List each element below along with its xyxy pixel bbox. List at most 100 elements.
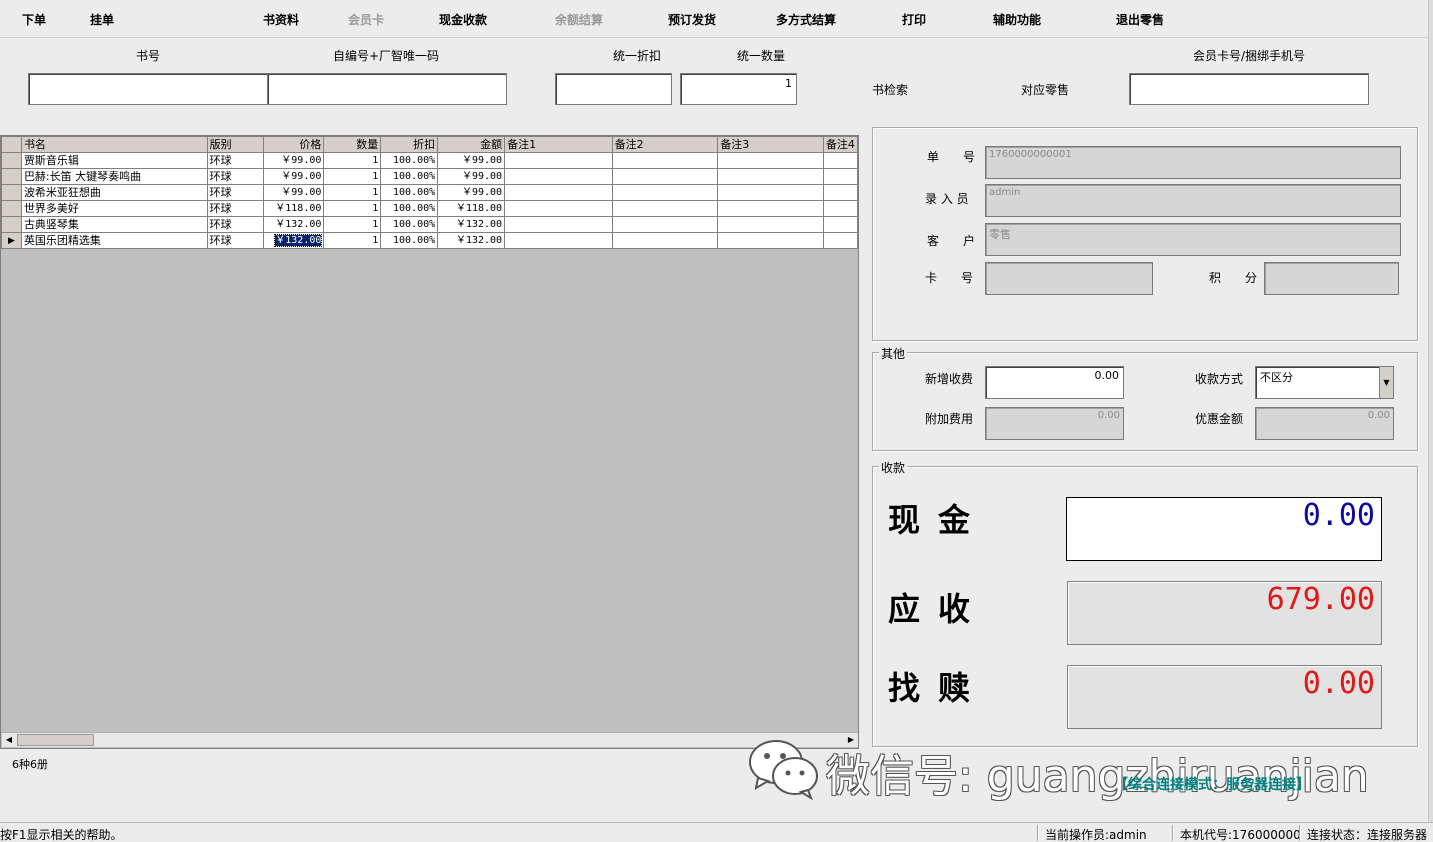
horizontal-scrollbar[interactable]: ◀ ▶ — [2, 732, 858, 747]
table-row[interactable]: 世界多美好 环球 ￥118.00 1 100.00% ￥118.00 — [1, 200, 859, 217]
col-discount[interactable]: 折扣 — [380, 136, 439, 153]
table-cell[interactable] — [504, 168, 613, 185]
table-cell[interactable]: 英国乐团精选集 — [20, 232, 208, 249]
table-row[interactable]: 巴赫:长笛 大键琴奏鸣曲 环球 ￥99.00 1 100.00% ￥99.00 — [1, 168, 859, 185]
table-cell[interactable]: 环球 — [206, 232, 265, 249]
table-cell[interactable] — [822, 152, 859, 169]
menu-multi-settle[interactable]: 多方式结算 — [776, 11, 836, 28]
table-cell[interactable]: 100.00% — [380, 184, 439, 201]
table-cell[interactable] — [717, 200, 824, 217]
table-cell[interactable]: ￥99.00 — [263, 152, 325, 169]
retail-match-button[interactable]: 对应零售 — [1021, 81, 1069, 98]
table-cell[interactable]: ￥99.00 — [263, 184, 325, 201]
table-cell[interactable]: ￥118.00 — [263, 200, 325, 217]
dropdown-arrow-icon[interactable]: ▼ — [1379, 367, 1393, 398]
table-cell[interactable]: ￥99.00 — [437, 168, 506, 185]
col-amount[interactable]: 金额 — [437, 136, 506, 153]
table-cell[interactable] — [717, 168, 824, 185]
member-input[interactable] — [1129, 73, 1369, 105]
cash-input[interactable]: 0.00 — [1066, 497, 1382, 561]
scroll-left-icon[interactable]: ◀ — [2, 733, 16, 747]
table-cell[interactable]: 1 — [323, 232, 382, 249]
table-cell[interactable] — [504, 152, 613, 169]
table-cell[interactable] — [717, 216, 824, 233]
table-cell[interactable]: ￥132.00 — [263, 232, 325, 249]
col-qty[interactable]: 数量 — [323, 136, 382, 153]
table-cell[interactable]: ￥99.00 — [437, 152, 506, 169]
table-cell[interactable]: 100.00% — [380, 168, 439, 185]
table-cell[interactable]: 100.00% — [380, 200, 439, 217]
table-cell[interactable] — [717, 232, 824, 249]
menu-preorder-ship[interactable]: 预订发货 — [668, 11, 716, 28]
table-cell[interactable]: 环球 — [206, 152, 265, 169]
col-title[interactable]: 书名 — [20, 136, 208, 153]
table-row[interactable]: 波希米亚狂想曲 环球 ￥99.00 1 100.00% ￥99.00 — [1, 184, 859, 201]
table-cell[interactable] — [611, 168, 719, 185]
table-cell[interactable]: 环球 — [206, 184, 265, 201]
table-cell[interactable] — [822, 184, 859, 201]
table-cell[interactable]: 贾斯音乐辑 — [20, 152, 208, 169]
table-cell[interactable] — [717, 152, 824, 169]
table-cell[interactable] — [717, 184, 824, 201]
table-cell[interactable]: ￥99.00 — [263, 168, 325, 185]
table-cell[interactable]: 100.00% — [380, 216, 439, 233]
menu-book-info[interactable]: 书资料 — [263, 11, 299, 28]
col-note2[interactable]: 备注2 — [611, 136, 719, 153]
row-indicator[interactable]: ▶ — [1, 232, 22, 249]
col-note3[interactable]: 备注3 — [717, 136, 824, 153]
table-row[interactable]: ▶ 英国乐团精选集 环球 ￥132.00 1 100.00% ￥132.00 — [1, 232, 859, 249]
table-cell[interactable]: 1 — [323, 168, 382, 185]
table-cell[interactable]: 古典竖琴集 — [20, 216, 208, 233]
table-cell[interactable]: ￥132.00 — [437, 232, 506, 249]
col-edition[interactable]: 版别 — [206, 136, 265, 153]
menu-balance-settle[interactable]: 余额结算 — [555, 11, 603, 28]
table-cell[interactable]: 环球 — [206, 216, 265, 233]
table-cell[interactable] — [611, 232, 719, 249]
table-cell[interactable]: 世界多美好 — [20, 200, 208, 217]
menu-exit-retail[interactable]: 退出零售 — [1116, 11, 1164, 28]
table-cell[interactable]: 1 — [323, 200, 382, 217]
table-cell[interactable]: ￥132.00 — [263, 216, 325, 233]
scroll-thumb[interactable] — [17, 734, 94, 746]
table-cell[interactable]: ￥118.00 — [437, 200, 506, 217]
row-indicator[interactable] — [1, 168, 22, 185]
table-cell[interactable]: 1 — [323, 184, 382, 201]
table-cell[interactable] — [822, 216, 859, 233]
book-search-button[interactable]: 书检索 — [872, 81, 908, 98]
row-indicator[interactable] — [1, 184, 22, 201]
table-cell[interactable] — [504, 200, 613, 217]
row-indicator[interactable] — [1, 152, 22, 169]
quantity-input[interactable]: 1 — [680, 73, 797, 105]
table-cell[interactable] — [822, 232, 859, 249]
table-cell[interactable]: ￥99.00 — [437, 184, 506, 201]
table-cell[interactable]: 环球 — [206, 168, 265, 185]
table-row[interactable]: 贾斯音乐辑 环球 ￥99.00 1 100.00% ￥99.00 — [1, 152, 859, 169]
table-cell[interactable]: 1 — [323, 216, 382, 233]
menu-print[interactable]: 打印 — [902, 11, 926, 28]
new-fee-input[interactable]: 0.00 — [985, 366, 1124, 399]
table-cell[interactable]: 波希米亚狂想曲 — [20, 184, 208, 201]
menu-cash-payment[interactable]: 现金收款 — [439, 11, 487, 28]
pay-method-select[interactable]: 不区分 ▼ — [1255, 366, 1394, 399]
col-note1[interactable]: 备注1 — [504, 136, 613, 153]
col-note4[interactable]: 备注4 — [822, 136, 859, 153]
table-cell[interactable]: 100.00% — [380, 152, 439, 169]
table-cell[interactable] — [611, 152, 719, 169]
row-indicator[interactable] — [1, 216, 22, 233]
table-cell[interactable] — [822, 168, 859, 185]
row-indicator[interactable] — [1, 200, 22, 217]
table-cell[interactable] — [504, 184, 613, 201]
table-row[interactable]: 古典竖琴集 环球 ￥132.00 1 100.00% ￥132.00 — [1, 216, 859, 233]
table-cell[interactable] — [822, 200, 859, 217]
barcode-input[interactable] — [267, 73, 507, 105]
menu-member-card[interactable]: 会员卡 — [348, 11, 384, 28]
table-cell[interactable]: 环球 — [206, 200, 265, 217]
table-cell[interactable]: 巴赫:长笛 大键琴奏鸣曲 — [20, 168, 208, 185]
table-cell[interactable]: 1 — [323, 152, 382, 169]
table-cell[interactable] — [611, 200, 719, 217]
menu-tools[interactable]: 辅助功能 — [993, 11, 1041, 28]
col-price[interactable]: 价格 — [263, 136, 325, 153]
menu-hold-order[interactable]: 挂单 — [90, 11, 114, 28]
book-no-input[interactable] — [28, 73, 268, 105]
table-cell[interactable]: ￥132.00 — [437, 216, 506, 233]
